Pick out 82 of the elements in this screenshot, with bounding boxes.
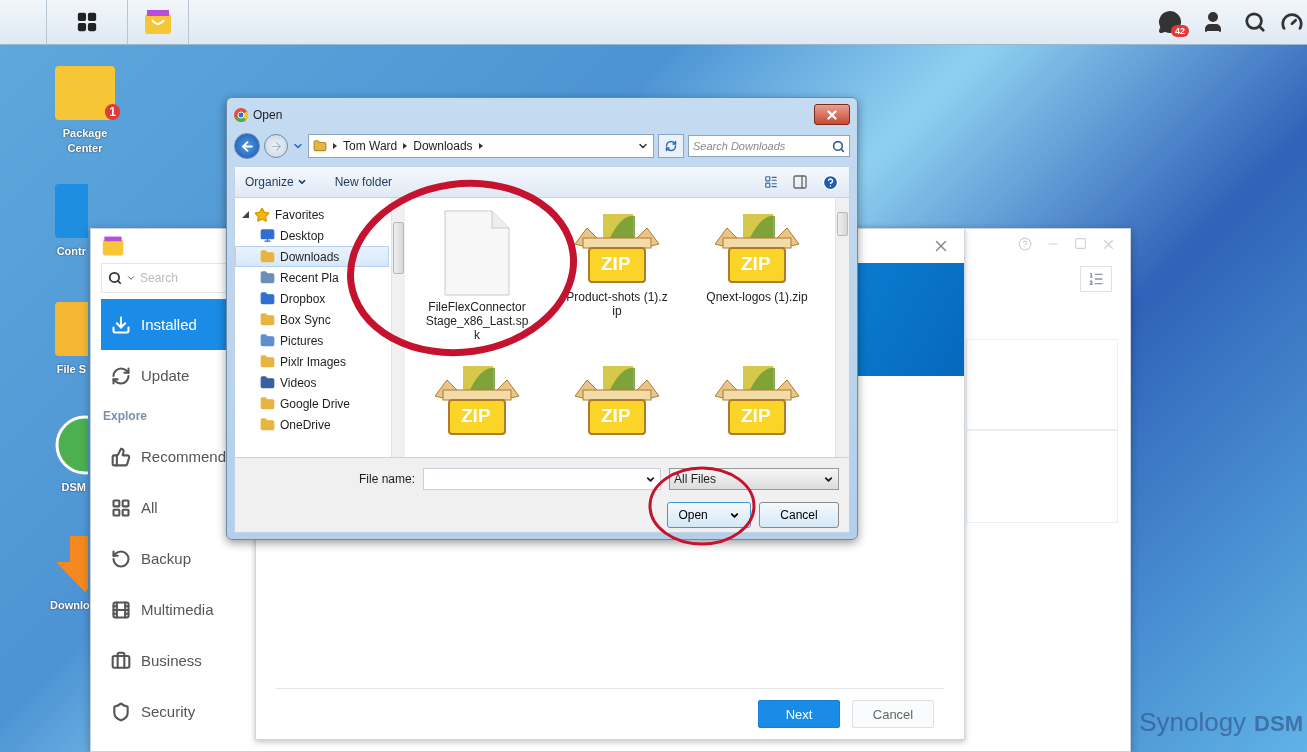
folder-icon — [260, 291, 275, 306]
thumbs-up-icon — [111, 446, 131, 467]
breadcrumb-arrow-icon[interactable] — [333, 143, 337, 149]
file-name-input[interactable] — [423, 468, 661, 490]
main-menu-icon[interactable] — [76, 11, 98, 33]
folder-icon — [260, 375, 275, 390]
open-button[interactable]: Open — [667, 502, 751, 528]
breadcrumb[interactable]: Downloads — [413, 139, 473, 153]
refresh-icon — [111, 365, 131, 386]
browser-logo-icon — [234, 108, 248, 122]
close-button[interactable] — [814, 104, 850, 125]
tree-item[interactable]: Downloads — [235, 246, 389, 267]
nav-item[interactable]: Business — [101, 635, 256, 686]
grid-icon — [111, 497, 131, 518]
download-icon — [111, 314, 131, 335]
organize-menu[interactable]: Organize — [245, 175, 307, 189]
address-bar[interactable]: Tom Ward Downloads — [308, 134, 654, 158]
dashboard-icon[interactable] — [1281, 11, 1303, 33]
package-bag-icon[interactable] — [143, 8, 173, 36]
refresh-icon — [665, 140, 677, 152]
file-name-label: File name: — [358, 472, 415, 486]
file-name[interactable]: FileFlexConnectorStage_x86_Last.spk — [425, 300, 529, 342]
folder-icon — [260, 312, 275, 327]
nav-item[interactable]: Multimedia — [101, 584, 256, 635]
nav-item[interactable]: All — [101, 482, 256, 533]
refresh-button[interactable] — [658, 134, 684, 158]
search-field[interactable]: Search Downloads — [688, 135, 850, 157]
monitor-icon — [260, 228, 275, 243]
search-icon — [832, 139, 845, 153]
cancel-button[interactable]: Cancel — [852, 700, 934, 728]
scrollbar[interactable] — [391, 198, 405, 457]
backup-icon — [111, 548, 131, 569]
expander-icon[interactable] — [242, 211, 249, 218]
dialog-title: Open — [253, 108, 283, 122]
file-name[interactable]: Qnext-logos (1).zip — [705, 290, 809, 304]
zip-label: ZIP — [741, 254, 771, 274]
update-count-badge: 1 — [105, 104, 120, 120]
folder-icon — [260, 396, 275, 411]
folder-icon — [260, 354, 275, 369]
briefcase-icon — [111, 650, 131, 671]
folder-icon — [260, 417, 275, 432]
zip-label: ZIP — [741, 406, 771, 426]
file-type-select[interactable]: All Files — [669, 468, 839, 490]
shield-icon — [111, 701, 131, 722]
next-button[interactable]: Next — [758, 700, 840, 728]
file-name[interactable]: Product-shots (1).zip — [565, 290, 669, 318]
breadcrumb[interactable]: Tom Ward — [343, 139, 398, 153]
tree-item[interactable]: Favorites — [235, 204, 389, 225]
film-reel-icon — [111, 599, 131, 620]
product-name: DSM — [1254, 711, 1303, 737]
nav-item[interactable]: Security — [101, 686, 256, 737]
zip-label: ZIP — [601, 254, 631, 274]
sort-button[interactable] — [1080, 266, 1112, 292]
forward-button[interactable] — [264, 134, 288, 158]
folder-icon — [260, 270, 275, 285]
tree-item[interactable]: Desktop — [235, 225, 389, 246]
breadcrumb-arrow-icon[interactable] — [478, 143, 483, 149]
breadcrumb-arrow-icon[interactable] — [403, 143, 408, 149]
section-heading: Explore — [102, 408, 148, 425]
package-bag-icon — [101, 235, 125, 257]
star-icon — [254, 206, 270, 223]
sort-list-icon — [1088, 271, 1104, 287]
new-folder-button[interactable]: New folder — [334, 175, 393, 189]
folder-icon — [313, 139, 327, 153]
zip-label: ZIP — [461, 406, 491, 426]
search-icon — [108, 271, 122, 285]
caret-icon — [126, 273, 136, 283]
folder-icon — [260, 249, 275, 264]
zip-label: ZIP — [601, 406, 631, 426]
document-icon — [444, 210, 510, 296]
nav-item[interactable]: Backup — [101, 533, 256, 584]
caret-icon — [296, 177, 307, 187]
close-icon — [825, 107, 839, 122]
preview-pane-icon[interactable] — [792, 174, 808, 190]
folder-icon — [260, 333, 275, 348]
forward-arrow-icon — [269, 139, 283, 153]
search-icon[interactable] — [1244, 11, 1266, 33]
scrollbar[interactable] — [835, 198, 849, 457]
back-button[interactable] — [234, 133, 260, 159]
cancel-button[interactable]: Cancel — [759, 502, 839, 528]
view-options-icon[interactable] — [764, 175, 778, 189]
brand-logo: Synology — [1139, 707, 1247, 738]
